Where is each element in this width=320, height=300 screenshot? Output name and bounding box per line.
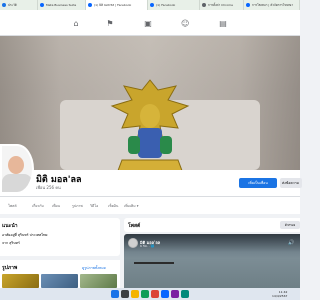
gaming-icon[interactable]: ▤ <box>219 20 227 28</box>
cover-photo[interactable] <box>0 36 300 170</box>
chrome-icon[interactable] <box>151 290 159 298</box>
see-all-photos-link[interactable]: ดูรูปภาพทั้งหมด <box>82 265 106 271</box>
tab-about[interactable]: เกี่ยวกับ <box>32 203 44 209</box>
volume-icon[interactable]: 🔊 <box>288 240 294 246</box>
add-friend-label: เพิ่มเป็นเพื่อน <box>248 181 268 185</box>
windows-start-icon[interactable] <box>111 290 119 298</box>
post-card: มิติ มอล'ลล 6 ชม. · 🌐 🔊 <box>124 234 300 288</box>
history-icon <box>2 3 6 7</box>
pages-flag-icon[interactable]: ⚑ <box>106 20 114 28</box>
photo-thumbnail[interactable] <box>41 274 78 288</box>
app-icon[interactable] <box>161 290 169 298</box>
avatar-head <box>8 156 24 174</box>
store-icon[interactable] <box>141 290 149 298</box>
app-icon[interactable] <box>181 290 189 298</box>
intro-card: แนะนำ อาศัยอยู่ที่ สุรินทร์ ประเทศไทย จา… <box>0 218 120 256</box>
browser-tab[interactable]: (1) Facebook <box>148 0 200 10</box>
browser-tab[interactable]: Meta Business Suite <box>38 0 86 10</box>
browser-tab-strip: ประวัติ Meta Business Suite (1) มิติ มอล… <box>0 0 300 10</box>
os-taskbar <box>0 288 300 300</box>
meta-icon <box>40 3 44 7</box>
message-button[interactable]: ส่งข้อความ <box>280 178 302 188</box>
home-icon[interactable]: ⌂ <box>72 20 80 28</box>
photo-thumbnail[interactable] <box>2 274 39 288</box>
tab-checkins[interactable]: เช็คอิน <box>108 203 118 209</box>
post-timestamp[interactable]: 6 ชม. · 🌐 <box>140 244 154 249</box>
post-author-avatar[interactable] <box>128 238 138 248</box>
friend-count[interactable]: เพื่อน 256 คน <box>36 184 61 191</box>
profile-avatar[interactable] <box>0 144 34 194</box>
message-label: ส่งข้อความ <box>282 181 299 185</box>
intro-title: แนะนำ <box>2 223 18 229</box>
browser-tab[interactable]: การตั้งค่า Chrome <box>200 0 244 10</box>
profile-tabs: โพสต์ เกี่ยวกับ เพื่อน รูปภาพ วิดีโอ เช็… <box>0 196 300 214</box>
groups-icon[interactable]: ☺ <box>181 20 189 28</box>
search-icon[interactable] <box>121 290 129 298</box>
browser-tab-active[interactable]: (1) มิติ มอล'ลล | Facebook <box>86 0 148 10</box>
intro-lives-in: อาศัยอยู่ที่ สุรินทร์ ประเทศไทย <box>2 233 48 237</box>
top-navigation-bar: ⌂ ⚑ ▣ ☺ ▤ <box>0 10 300 36</box>
app-icon[interactable] <box>171 290 179 298</box>
golden-statue-image <box>110 79 190 170</box>
filter-button[interactable]: ตัวกรอง <box>280 221 300 229</box>
tab-videos[interactable]: วิดีโอ <box>90 203 98 209</box>
tab-friends[interactable]: เพื่อน <box>52 203 60 209</box>
clock-date: 14/4/2567 <box>272 294 288 298</box>
add-friend-button[interactable]: เพิ่มเป็นเพื่อน <box>239 178 277 188</box>
ads-manager-icon <box>246 3 250 7</box>
tab-photos[interactable]: รูปภาพ <box>72 203 83 209</box>
avatar-shirt <box>2 174 32 192</box>
filter-label: ตัวกรอง <box>284 222 296 227</box>
browser-tab[interactable]: ประวัติ <box>0 0 38 10</box>
posts-title: โพสต์ <box>128 223 141 229</box>
pier-silhouette <box>134 262 174 276</box>
intro-from: จาก สุรินทร์ <box>2 241 20 245</box>
photo-thumbnail[interactable] <box>80 274 117 288</box>
photos-title: รูปภาพ <box>2 265 18 271</box>
file-explorer-icon[interactable] <box>131 290 139 298</box>
tab-more[interactable]: เพิ่มเติม ▾ <box>124 203 138 209</box>
chrome-settings-icon <box>202 3 206 7</box>
tab-posts[interactable]: โพสต์ <box>8 203 17 209</box>
posts-header: โพสต์ ตัวกรอง <box>124 218 300 232</box>
taskbar-clock[interactable]: 11:42 14/4/2567 <box>272 290 287 298</box>
browser-tab[interactable]: การโฆษณา | ตัวจัดการโฆษณา <box>244 0 300 10</box>
facebook-icon <box>150 3 154 7</box>
watch-icon[interactable]: ▣ <box>144 20 152 28</box>
facebook-icon <box>88 3 92 7</box>
